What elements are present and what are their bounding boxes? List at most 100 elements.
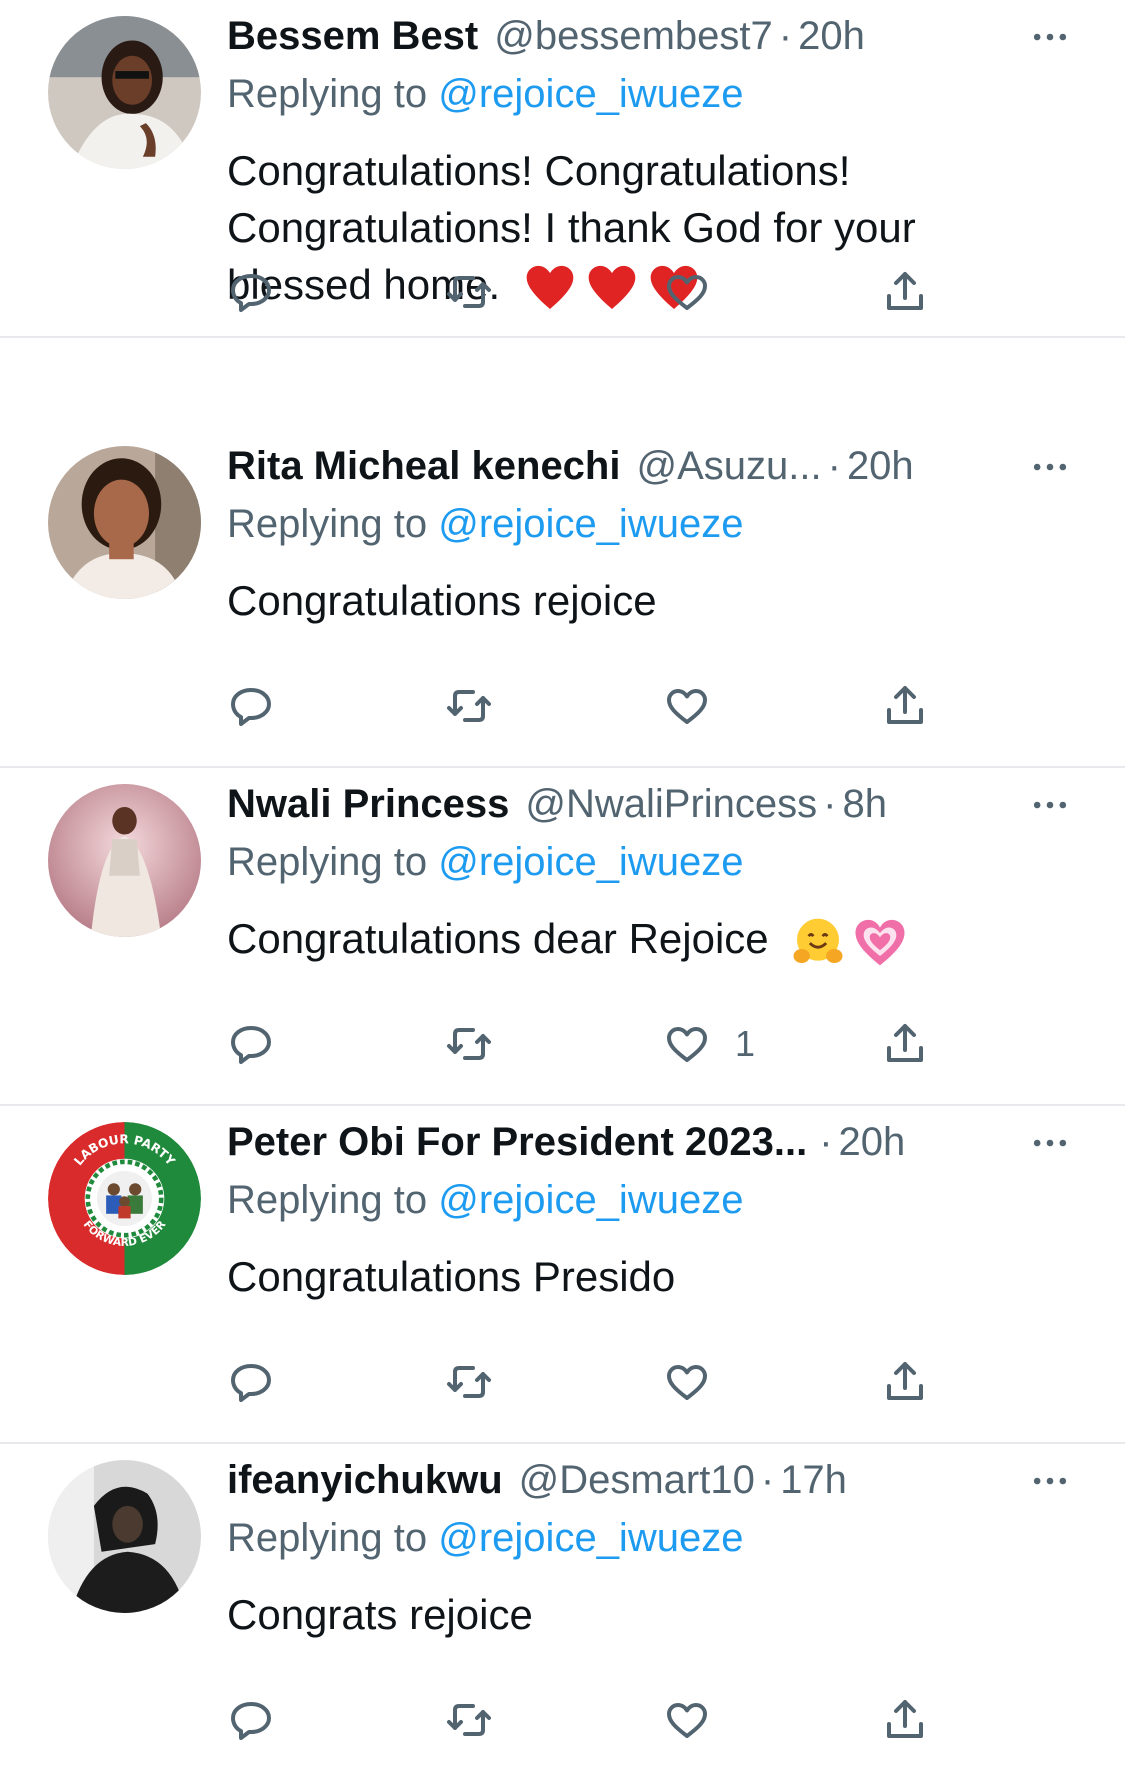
replying-prefix: Replying to [227, 502, 428, 546]
share-icon [887, 1024, 923, 1062]
replying-handle-link[interactable]: @rejoice_iwueze [438, 1178, 743, 1222]
author-name[interactable]: Nwali Princess [227, 776, 509, 832]
tweet-text-content: Congratulations Presido [227, 1253, 676, 1300]
avatar-photo-icon [48, 16, 201, 169]
more-icon [1033, 463, 1067, 471]
tweet[interactable]: Rita Micheal kenechi @Asuzu... · 20h Rep… [0, 430, 1125, 768]
like-icon [667, 689, 707, 724]
like-button[interactable] [663, 262, 735, 322]
replying-handle-link[interactable]: @rejoice_iwueze [438, 72, 743, 116]
avatar-photo-icon [48, 1460, 201, 1613]
like-button[interactable] [663, 1690, 735, 1750]
reply-icon [231, 1702, 271, 1740]
tweet[interactable]: ifeanyichukwu @Desmart10 · 17h Replying … [0, 1444, 1125, 1771]
tweet-header: Nwali Princess @NwaliPrincess · 8h [227, 776, 1007, 832]
replying-handle-link[interactable]: @rejoice_iwueze [438, 840, 743, 884]
tweet-text: Congratulations dear Rejoice [227, 910, 1027, 970]
dot-separator: · [760, 1458, 775, 1502]
author-handle[interactable]: @bessembest7 [494, 8, 773, 64]
reply-button[interactable] [227, 1352, 275, 1412]
author-handle[interactable]: @Desmart10 [519, 1452, 755, 1508]
share-button[interactable] [881, 1014, 929, 1074]
like-icon [667, 1703, 707, 1738]
tweet[interactable]: Nwali Princess @NwaliPrincess · 8h Reply… [0, 768, 1125, 1106]
tweet-actions [227, 1352, 967, 1412]
tweet-header: Bessem Best @bessembest7 · 20h [227, 8, 1007, 64]
retweet-button[interactable] [445, 676, 493, 736]
retweet-button[interactable] [445, 262, 493, 322]
more-button[interactable] [1025, 442, 1075, 492]
more-button[interactable] [1025, 780, 1075, 830]
like-icon [667, 1365, 707, 1400]
more-icon [1033, 33, 1067, 41]
like-count: 1 [735, 1023, 756, 1064]
retweet-icon [447, 276, 491, 308]
avatar[interactable] [48, 446, 201, 599]
reply-button[interactable] [227, 676, 275, 736]
replying-handle-link[interactable]: @rejoice_iwueze [438, 502, 743, 546]
author-name[interactable]: ifeanyichukwu [227, 1452, 503, 1508]
avatar-photo-icon [48, 784, 201, 937]
like-icon [667, 1027, 707, 1062]
author-handle[interactable]: @NwaliPrincess [525, 776, 817, 832]
avatar[interactable] [48, 1460, 201, 1613]
retweet-button[interactable] [445, 1352, 493, 1412]
author-handle[interactable]: @Asuzu... [636, 438, 821, 494]
replying-prefix: Replying to [227, 72, 428, 116]
timestamp[interactable]: 20h [798, 8, 865, 64]
share-button[interactable] [881, 262, 929, 322]
tweet[interactable]: LABOUR PARTY FORWARD EVER Peter Obi For … [0, 1106, 1125, 1444]
avatar[interactable] [48, 784, 201, 937]
share-button[interactable] [881, 1690, 929, 1750]
replying-prefix: Replying to [227, 840, 428, 884]
share-icon [887, 686, 923, 724]
reply-button[interactable] [227, 1690, 275, 1750]
tweet-text-content: Congrats rejoice [227, 1591, 533, 1638]
tweet[interactable]: Bessem Best @bessembest7 · 20h Replying … [0, 0, 1125, 338]
tweet-header: Rita Micheal kenechi @Asuzu... · 20h [227, 438, 1007, 494]
replying-handle-link[interactable]: @rejoice_iwueze [438, 1516, 743, 1560]
replying-prefix: Replying to [227, 1178, 428, 1222]
author-name[interactable]: Bessem Best [227, 8, 478, 64]
dot-separator: · [827, 444, 841, 488]
timestamp[interactable]: 20h [847, 438, 914, 494]
like-button[interactable] [663, 676, 735, 736]
retweet-icon [447, 1366, 491, 1398]
dot-separator: · [778, 14, 793, 58]
more-icon [1033, 1139, 1067, 1147]
avatar-photo-icon [48, 446, 201, 599]
author-name[interactable]: Peter Obi For President 2023... [227, 1114, 807, 1170]
share-button[interactable] [881, 1352, 929, 1412]
retweet-button[interactable] [445, 1014, 493, 1074]
avatar[interactable]: LABOUR PARTY FORWARD EVER [48, 1122, 201, 1275]
reply-button[interactable] [227, 1014, 275, 1074]
share-button[interactable] [881, 676, 929, 736]
like-button[interactable] [663, 1352, 735, 1412]
replying-to: Replying to @rejoice_iwueze [227, 1510, 743, 1566]
timestamp[interactable]: 8h [842, 776, 887, 832]
more-button[interactable] [1025, 1118, 1075, 1168]
tweet-actions [227, 676, 967, 736]
tweet-actions: 1 [227, 1014, 967, 1074]
retweet-icon [447, 1028, 491, 1060]
share-icon [887, 1700, 923, 1738]
timestamp[interactable]: 20h [839, 1114, 906, 1170]
more-button[interactable] [1025, 12, 1075, 62]
more-button[interactable] [1025, 1456, 1075, 1506]
emoji-group [790, 914, 914, 970]
tweet-header: ifeanyichukwu @Desmart10 · 17h [227, 1452, 1007, 1508]
tweet-text: Congratulations rejoice [227, 572, 1027, 629]
retweet-button[interactable] [445, 1690, 493, 1750]
tweet-text-content: Congratulations rejoice [227, 577, 657, 624]
author-name[interactable]: Rita Micheal kenechi [227, 438, 620, 494]
retweet-icon [447, 690, 491, 722]
timestamp[interactable]: 17h [780, 1452, 847, 1508]
like-button[interactable]: 1 [663, 1014, 755, 1074]
tweet-actions [227, 262, 967, 322]
avatar[interactable] [48, 16, 201, 169]
share-icon [887, 272, 923, 310]
labour-party-logo-icon: LABOUR PARTY FORWARD EVER [48, 1122, 201, 1275]
dot-separator: · [823, 782, 837, 826]
reply-button[interactable] [227, 262, 275, 322]
more-icon [1033, 801, 1067, 809]
